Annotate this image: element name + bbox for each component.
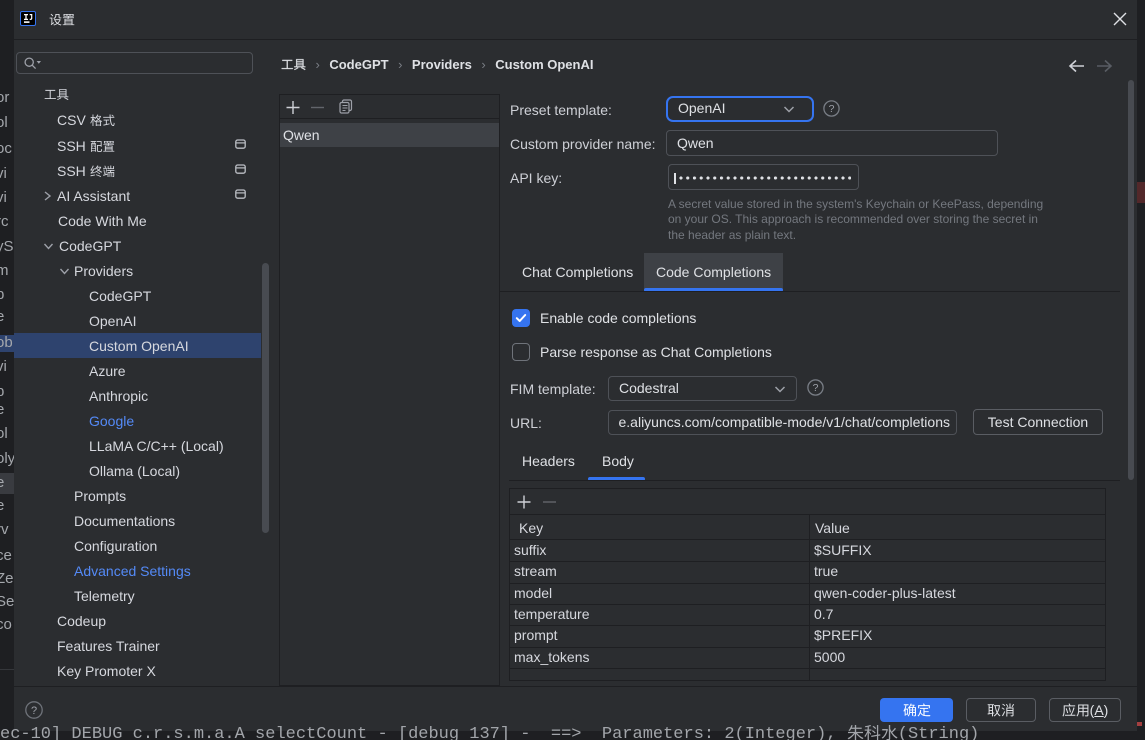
- svg-text:?: ?: [31, 705, 37, 717]
- svg-text:?: ?: [813, 382, 819, 394]
- svg-text:?: ?: [829, 103, 835, 115]
